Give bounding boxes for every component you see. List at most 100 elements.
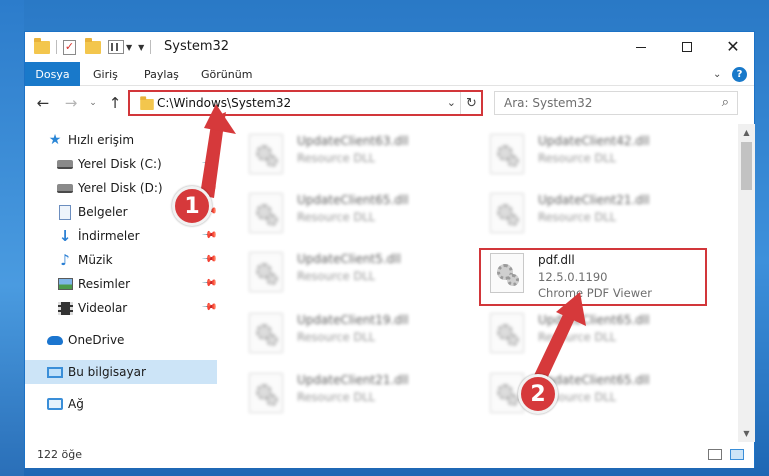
- file-item[interactable]: UpdateClient42.dll Resource DLL: [472, 130, 702, 178]
- arrow-right-icon: →: [64, 94, 78, 112]
- help-icon: ?: [732, 66, 747, 82]
- cloud-icon: [47, 332, 63, 348]
- pdf-dll-highlight-box: [479, 248, 707, 306]
- quick-access-toolbar: ✓ ▼ ▼: [34, 37, 152, 56]
- close-button[interactable]: ✕: [710, 32, 756, 62]
- tiles-view-icon[interactable]: [730, 449, 744, 460]
- sidebar-item-network[interactable]: Ağ: [25, 392, 217, 416]
- file-name: UpdateClient21.dll: [297, 373, 409, 387]
- minimize-button[interactable]: [618, 32, 664, 62]
- tab-view[interactable]: Görünüm: [201, 62, 252, 86]
- file-description: Resource DLL: [538, 210, 617, 224]
- quick-access-dropdown-icon[interactable]: ▼: [138, 43, 144, 52]
- title-separator: [150, 40, 152, 54]
- file-name: UpdateClient5.dll: [297, 252, 401, 266]
- sidebar-item-music[interactable]: ♪ Müzik 📌: [25, 248, 217, 272]
- chevron-down-icon: ⌄: [89, 98, 97, 108]
- sidebar-item-label: Ağ: [68, 397, 84, 411]
- up-button[interactable]: ↑: [105, 93, 125, 113]
- scroll-thumb[interactable]: [741, 142, 752, 190]
- dll-file-icon: [249, 134, 283, 174]
- file-item[interactable]: UpdateClient19.dll Resource DLL: [231, 309, 461, 357]
- sidebar-item-label: Hızlı erişim: [68, 133, 135, 147]
- download-icon: ↓: [58, 227, 72, 245]
- new-folder-icon[interactable]: [85, 37, 101, 54]
- sidebar-item-videos[interactable]: Videolar 📌: [25, 296, 218, 320]
- star-icon: ★: [48, 132, 62, 148]
- chevron-down-icon[interactable]: ▼: [126, 43, 132, 52]
- search-icon[interactable]: ⌕: [722, 95, 729, 110]
- dll-file-icon: [249, 373, 283, 413]
- dll-file-icon: [490, 193, 524, 233]
- recent-locations-button[interactable]: ⌄: [87, 93, 99, 113]
- file-item[interactable]: UpdateClient65.dll Resource DLL: [472, 369, 702, 417]
- file-description: Resource DLL: [297, 330, 376, 344]
- file-name: UpdateClient65.dll: [538, 313, 650, 327]
- forward-button[interactable]: →: [61, 93, 81, 113]
- ribbon-expand-button[interactable]: ⌄: [713, 66, 721, 82]
- sidebar-item-label: Yerel Disk (D:): [78, 181, 163, 195]
- scroll-up-icon[interactable]: ▲: [738, 124, 755, 141]
- pictures-icon: [57, 276, 73, 292]
- maximize-button[interactable]: [664, 32, 710, 62]
- address-highlight-box: [128, 90, 483, 116]
- file-item[interactable]: UpdateClient5.dll Resource DLL: [231, 248, 461, 296]
- sidebar-item-label: Videolar: [78, 301, 128, 315]
- tab-file[interactable]: Dosya: [25, 62, 80, 86]
- close-icon: ✕: [726, 37, 740, 56]
- vertical-scrollbar[interactable]: ▲ ▼: [738, 124, 755, 442]
- sidebar-item-label: Belgeler: [78, 205, 128, 219]
- file-item[interactable]: UpdateClient65.dll Resource DLL: [231, 189, 461, 237]
- dll-file-icon: [249, 193, 283, 233]
- dll-file-icon: [249, 252, 283, 292]
- sidebar-item-onedrive[interactable]: OneDrive: [25, 328, 217, 352]
- pin-icon: 📌: [200, 251, 218, 268]
- tab-home[interactable]: Giriş: [93, 62, 118, 86]
- file-description: Resource DLL: [538, 151, 617, 165]
- sidebar-item-label: OneDrive: [68, 333, 125, 347]
- file-item[interactable]: UpdateClient65.dll Resource DLL: [472, 309, 702, 357]
- drive-icon: [57, 156, 73, 172]
- file-description: Resource DLL: [297, 390, 376, 404]
- toolbar-separator: [56, 40, 57, 54]
- sidebar-item-this-pc[interactable]: Bu bilgisayar: [25, 360, 217, 384]
- window-title: System32: [164, 39, 230, 54]
- details-view-icon[interactable]: [708, 449, 722, 460]
- callout-badge-1: 1: [172, 186, 212, 226]
- file-item[interactable]: UpdateClient21.dll Resource DLL: [231, 369, 461, 417]
- pin-icon: 📌: [200, 299, 218, 316]
- arrow-left-icon: ←: [36, 94, 50, 112]
- dll-file-icon: [490, 313, 524, 353]
- customize-toolbar-icon[interactable]: [108, 40, 124, 54]
- properties-icon[interactable]: ✓: [63, 39, 76, 55]
- sidebar-item-quick-access[interactable]: ★ Hızlı erişim: [25, 128, 217, 152]
- tab-share[interactable]: Paylaş: [144, 62, 179, 86]
- scroll-down-icon[interactable]: ▼: [738, 425, 755, 442]
- computer-icon: [47, 364, 63, 380]
- drive-icon: [57, 180, 73, 196]
- file-item[interactable]: UpdateClient63.dll Resource DLL: [231, 130, 461, 178]
- file-name: UpdateClient65.dll: [297, 193, 409, 207]
- document-icon: [57, 204, 73, 220]
- folder-icon: [34, 37, 50, 54]
- videos-icon: [57, 300, 73, 316]
- sidebar-item-downloads[interactable]: ↓ İndirmeler 📌: [25, 224, 218, 248]
- help-button[interactable]: ?: [732, 66, 747, 82]
- back-button[interactable]: ←: [33, 93, 53, 113]
- file-description: Resource DLL: [538, 330, 617, 344]
- pin-icon: 📌: [200, 155, 218, 172]
- file-item[interactable]: UpdateClient21.dll Resource DLL: [472, 189, 702, 237]
- file-name: UpdateClient42.dll: [538, 134, 650, 148]
- callout-badge-2: 2: [518, 374, 558, 414]
- sidebar-item-pictures[interactable]: Resimler 📌: [25, 272, 218, 296]
- sidebar-item-label: Resimler: [78, 277, 131, 291]
- desktop-background: [0, 0, 24, 476]
- file-description: Resource DLL: [297, 210, 376, 224]
- search-input[interactable]: Ara: System32 ⌕: [494, 91, 738, 115]
- file-description: Resource DLL: [297, 269, 376, 283]
- sidebar-item-local-disk-c[interactable]: Yerel Disk (C:) 📌: [25, 152, 218, 176]
- file-description: Resource DLL: [297, 151, 376, 165]
- file-name: UpdateClient63.dll: [297, 134, 409, 148]
- pin-icon: 📌: [200, 275, 218, 292]
- maximize-icon: [682, 42, 692, 52]
